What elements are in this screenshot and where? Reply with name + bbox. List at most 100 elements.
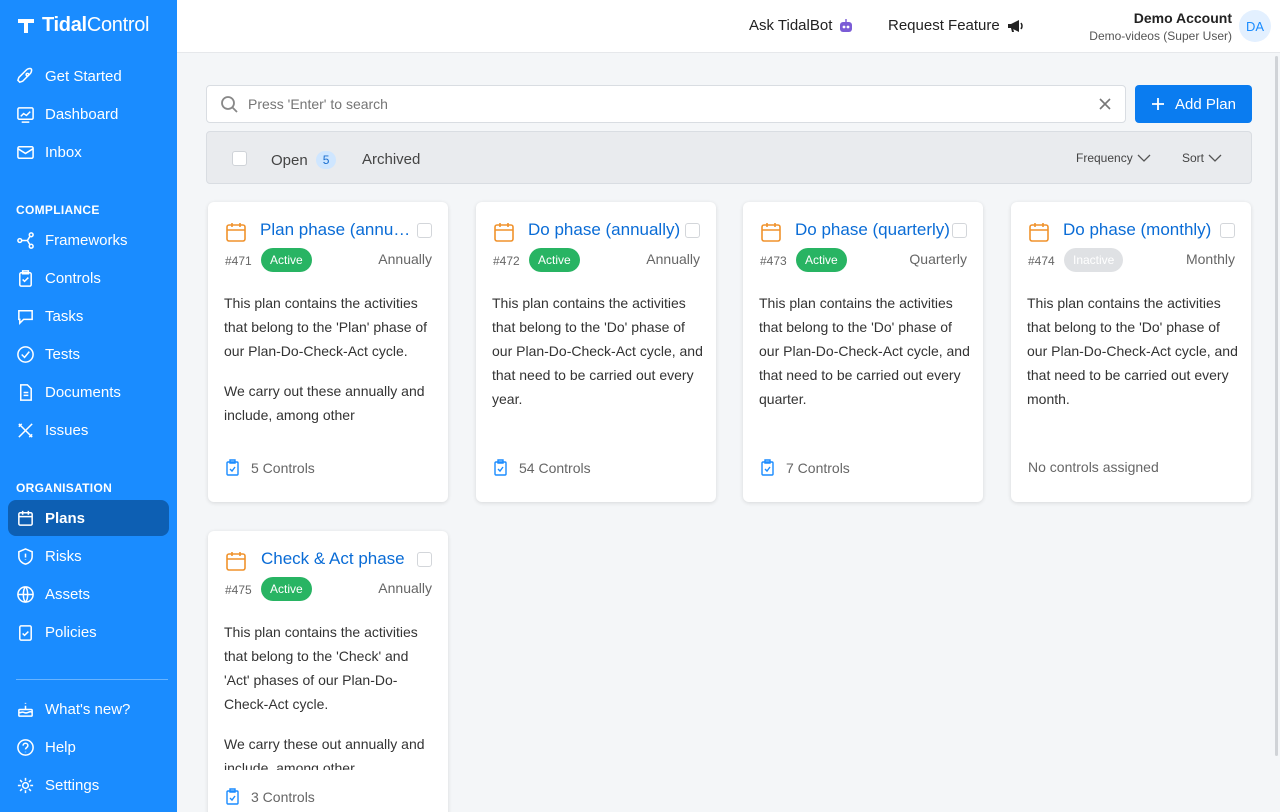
sidebar-item-dashboard[interactable]: Dashboard <box>8 96 169 132</box>
plan-title[interactable]: Do phase (quarterly) <box>795 220 953 240</box>
status-badge: Active <box>261 248 312 272</box>
plan-checkbox[interactable] <box>417 223 432 238</box>
plan-checkbox[interactable] <box>952 223 967 238</box>
sidebar-item-label: Tasks <box>45 307 84 325</box>
plan-checkbox[interactable] <box>1220 223 1235 238</box>
sidebar-item-tasks[interactable]: Tasks <box>8 298 169 334</box>
plan-title[interactable]: Plan phase (annually) <box>260 220 418 240</box>
assets-icon <box>17 585 34 603</box>
search-input[interactable] <box>248 96 1068 112</box>
dashboard-icon <box>17 106 34 123</box>
select-all-checkbox[interactable] <box>232 151 247 166</box>
sidebar-item-risks[interactable]: Risks <box>8 538 169 574</box>
controls-icon <box>494 459 507 476</box>
plan-controls-count: 5 Controls <box>251 460 315 476</box>
ask-tidalbot-label: Ask TidalBot <box>749 17 833 34</box>
sidebar-item-inbox[interactable]: Inbox <box>8 134 169 170</box>
sort-label: Sort <box>1182 151 1205 165</box>
plan-description: This plan contains the activities that b… <box>492 291 704 441</box>
top-bar: Ask TidalBot Request Feature Demo Accoun… <box>177 0 1280 53</box>
plan-card[interactable]: Plan phase (annually) #471 Active Annual… <box>208 202 448 502</box>
documents-icon <box>19 383 32 401</box>
frameworks-icon <box>17 231 34 249</box>
sidebar-item-frameworks[interactable]: Frameworks <box>8 222 169 258</box>
plan-title[interactable]: Do phase (annually) <box>528 220 686 240</box>
plan-controls-link[interactable]: 3 Controls <box>225 788 315 806</box>
sidebar-item-documents[interactable]: Documents <box>8 374 169 410</box>
sidebar-item-label: Tests <box>45 345 81 363</box>
plan-checkbox[interactable] <box>417 552 432 567</box>
plan-description-p1: This plan contains the activities that b… <box>1027 295 1238 407</box>
request-feature-label: Request Feature <box>888 17 1000 34</box>
plan-description-p1: This plan contains the activities that b… <box>492 295 703 407</box>
sidebar-item-label: Plans <box>45 509 86 527</box>
plan-controls-link[interactable]: 7 Controls <box>760 459 850 477</box>
sidebar-item-assets[interactable]: Assets <box>8 576 169 612</box>
search-bar <box>206 85 1126 123</box>
calendar-icon <box>1029 223 1049 242</box>
plan-title[interactable]: Check & Act phase <box>261 549 419 569</box>
close-icon[interactable] <box>1097 96 1113 112</box>
plan-frequency: Monthly <box>1185 251 1235 267</box>
tab-archived[interactable]: Archived <box>362 151 420 168</box>
plan-checkbox[interactable] <box>685 223 700 238</box>
controls-icon <box>761 459 774 476</box>
plan-controls-count: 7 Controls <box>786 460 850 476</box>
tidalcontrol-logo[interactable]: TidalControl <box>16 14 149 37</box>
plus-icon <box>1152 98 1165 110</box>
plan-card[interactable]: Do phase (monthly) #474 Inactive Monthly… <box>1011 202 1251 502</box>
plan-frequency: Annually <box>378 580 432 596</box>
plan-card[interactable]: Do phase (quarterly) #473 Active Quarter… <box>743 202 983 502</box>
megaphone-icon <box>1007 19 1023 32</box>
plan-controls-link[interactable]: 5 Controls <box>225 459 315 477</box>
sidebar-item-controls[interactable]: Controls <box>8 260 169 296</box>
plan-description-p2: We carry out these annually and include,… <box>224 383 425 423</box>
sidebar-item-issues[interactable]: Issues <box>8 412 169 448</box>
cake-icon <box>18 702 33 717</box>
plan-title[interactable]: Do phase (monthly) <box>1063 220 1221 240</box>
controls-icon <box>226 459 239 476</box>
sidebar-item-help[interactable]: Help <box>8 729 169 765</box>
sidebar-item-label: Controls <box>45 269 101 287</box>
policies-icon <box>19 624 32 641</box>
tasks-icon <box>18 309 33 325</box>
plan-card[interactable]: Check & Act phase #475 Active Annually T… <box>208 531 448 812</box>
avatar[interactable]: DA <box>1239 10 1271 42</box>
calendar-icon <box>761 223 781 242</box>
tests-icon <box>17 345 34 363</box>
sidebar-item-tests[interactable]: Tests <box>8 336 169 372</box>
tab-open[interactable]: Open 5 <box>271 151 337 169</box>
frequency-dropdown[interactable]: Frequency <box>1076 151 1151 165</box>
search-icon <box>221 96 238 113</box>
request-feature-link[interactable]: Request Feature <box>888 17 1024 34</box>
sidebar-item-label: Issues <box>45 421 89 439</box>
ask-tidalbot-link[interactable]: Ask TidalBot <box>749 17 854 34</box>
sort-dropdown[interactable]: Sort <box>1182 151 1222 165</box>
status-badge: Active <box>796 248 847 272</box>
compliance-section-title: COMPLIANCE <box>16 203 100 217</box>
sidebar: TidalControl Get Started Dashboard Inbox… <box>0 0 177 812</box>
plan-controls-link[interactable]: 54 Controls <box>493 459 591 477</box>
sidebar-item-whats-new[interactable]: What's new? <box>8 691 169 727</box>
plan-description: This plan contains the activities that b… <box>224 291 436 441</box>
page-scrollbar[interactable] <box>1275 56 1278 756</box>
sidebar-item-label: Assets <box>45 585 91 603</box>
sidebar-item-settings[interactable]: Settings <box>8 767 169 803</box>
account-name: Demo Account <box>1133 10 1232 26</box>
account-info[interactable]: Demo Account Demo-videos (Super User) <box>1089 10 1232 43</box>
add-plan-button[interactable]: Add Plan <box>1135 85 1252 123</box>
open-count-badge: 5 <box>315 151 337 169</box>
plan-id: #472 <box>493 254 520 268</box>
controls-icon <box>19 269 32 287</box>
plan-card[interactable]: Do phase (annually) #472 Active Annually… <box>476 202 716 502</box>
tab-open-label: Open <box>271 151 308 169</box>
sidebar-item-policies[interactable]: Policies <box>8 614 169 650</box>
sidebar-item-get-started[interactable]: Get Started <box>8 58 169 94</box>
status-badge: Inactive <box>1064 248 1124 272</box>
status-badge: Active <box>261 577 312 601</box>
organisation-section-title: ORGANISATION <box>16 481 113 495</box>
plan-description-p1: This plan contains the activities that b… <box>224 624 418 712</box>
sidebar-item-plans[interactable]: Plans <box>8 500 169 536</box>
plan-id: #471 <box>225 254 252 268</box>
sidebar-item-label: Documents <box>45 383 121 401</box>
